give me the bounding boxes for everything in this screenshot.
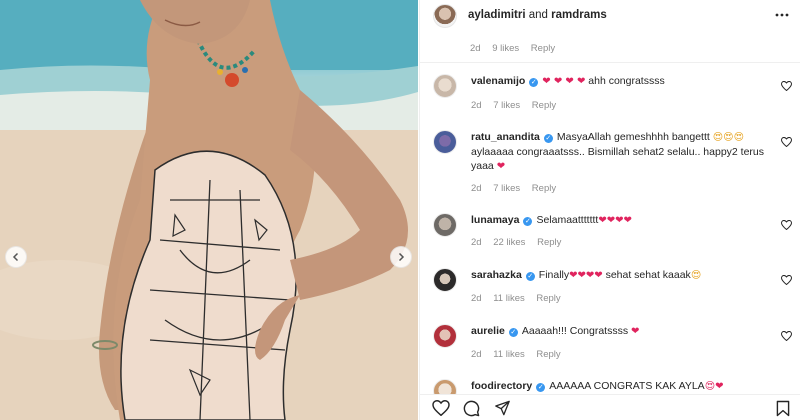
commenter-avatar[interactable] [433,130,457,154]
commenter-username[interactable]: ratu_anandita [471,131,540,143]
comment-emoji: ❤ [631,326,640,337]
comment-text: Finally [538,269,570,281]
comment-age: 2d [471,183,482,194]
chevron-right-icon [398,252,405,262]
authors-joiner: and [528,9,548,21]
comment-emoji: ❤ [496,161,506,172]
comment-text: AAAAAA CONGRATS KAK AYLA [549,380,705,392]
paper-plane-icon[interactable] [494,400,511,416]
comment-text: Selamaattttttt [536,214,599,226]
commenter-username[interactable]: foodirectory [471,380,532,392]
comment-body: lunamaya ✓ Selamaattttttt❤❤❤❤ [471,213,771,228]
comment-reply-link[interactable]: Reply [532,100,556,111]
heart-outline-icon[interactable] [781,81,792,91]
comment-age: 2d [471,237,482,248]
comment-age: 2d [471,100,482,111]
verified-badge-icon: ✓ [536,383,546,392]
commenter-avatar[interactable] [433,74,457,98]
commenter-avatar[interactable] [433,324,457,348]
comment-reply-link[interactable]: Reply [532,183,556,194]
comment-text: MasyaAllah gemeshhhh bangettt [556,131,710,143]
heart-outline-icon[interactable] [432,400,450,416]
previous-image-button[interactable] [5,246,27,268]
comment-meta: 2d 22 likes Reply [471,237,570,248]
author-avatar[interactable] [433,4,457,28]
comment-likes[interactable]: 11 likes [493,349,525,360]
commenter-username[interactable]: sarahazka [471,269,522,281]
post-photo[interactable] [0,0,418,420]
comment-reply-link[interactable]: Reply [537,237,561,248]
post-header: ayladimitri and ramdrams [420,0,800,33]
comment-likes[interactable]: 11 likes [493,293,525,304]
heart-outline-icon[interactable] [781,331,792,341]
comment-age: 2d [471,349,482,360]
comment-meta: 2d 7 likes Reply [471,100,565,111]
comments-panel: ayladimitri and ramdrams 2d 9 likes Repl… [419,0,800,420]
commenter-username[interactable]: aurelie [471,325,505,337]
commenter-avatar[interactable] [433,268,457,292]
author-username-secondary[interactable]: ramdrams [551,9,607,21]
verified-badge-icon: ✓ [529,78,539,87]
author-username-primary[interactable]: ayladimitri [468,9,526,21]
chevron-left-icon [12,252,19,262]
comment-emoji: ❤ ❤ ❤ ❤ [542,76,586,87]
more-horizontal-icon[interactable] [775,8,789,22]
comment-meta: 2d 11 likes Reply [471,293,570,304]
heart-outline-icon[interactable] [781,137,792,147]
comment-meta: 2d 11 likes Reply [471,349,570,360]
comment-bubble-icon[interactable] [463,400,480,417]
comment-body: ratu_anandita ✓ MasyaAllah gemeshhhh bange… [471,130,771,174]
comment-body: foodirectory ✓ AAAAAA CONGRATS KAK AYLA😍❤ [471,379,771,394]
commenter-username[interactable]: lunamaya [471,214,519,226]
comment-text-continued: sehat sehat kaaak [602,269,691,281]
commenter-username[interactable]: valenamijo [471,75,525,87]
next-image-button[interactable] [390,246,412,268]
post-authors: ayladimitri and ramdrams [468,9,607,21]
verified-badge-icon: ✓ [525,272,535,281]
bookmark-icon[interactable] [776,400,790,417]
caption-meta: 2d 9 likes Reply [470,43,564,54]
comment-text-continued: aylaaaaa congraaatsss.. Bismillah sehat2… [471,146,765,172]
comment-likes[interactable]: 7 likes [493,100,520,111]
comment-emoji: 😍❤ [704,381,724,392]
comment-body: sarahazka ✓ Finally❤❤❤❤ sehat sehat kaaak😍 [471,268,771,283]
comment-text: Aaaaah!!! Congratssss [521,325,629,337]
verified-badge-icon: ✓ [523,217,533,226]
comment-likes[interactable]: 22 likes [493,237,525,248]
comment-age: 2d [471,293,482,304]
divider [420,62,800,63]
verified-badge-icon: ✓ [543,134,553,143]
comment-emoji: 😍 [690,270,702,281]
heart-outline-icon[interactable] [781,275,792,285]
comment-reply-link[interactable]: Reply [536,293,560,304]
comment-emoji: ❤❤❤❤ [569,270,603,281]
comment-meta: 2d 7 likes Reply [471,183,565,194]
comment-body: aurelie ✓ Aaaaah!!! Congratssss ❤ [471,324,771,339]
comment-emoji: 😍😍😍 [712,132,744,143]
comment-text: ahh congratssss [588,75,665,87]
heart-outline-icon[interactable] [781,220,792,230]
commenter-avatar[interactable] [433,213,457,237]
caption-likes[interactable]: 9 likes [492,43,519,54]
comment-body: valenamijo ✓ ❤ ❤ ❤ ❤ ahh congratssss [471,74,771,89]
comment-likes[interactable]: 7 likes [493,183,520,194]
caption-age: 2d [470,43,481,54]
photo-illustration [0,0,418,420]
comment-emoji: ❤❤❤❤ [598,215,632,226]
post-action-bar [420,394,800,420]
verified-badge-icon: ✓ [508,328,518,337]
comment-reply-link[interactable]: Reply [536,349,560,360]
caption-reply-link[interactable]: Reply [531,43,555,54]
